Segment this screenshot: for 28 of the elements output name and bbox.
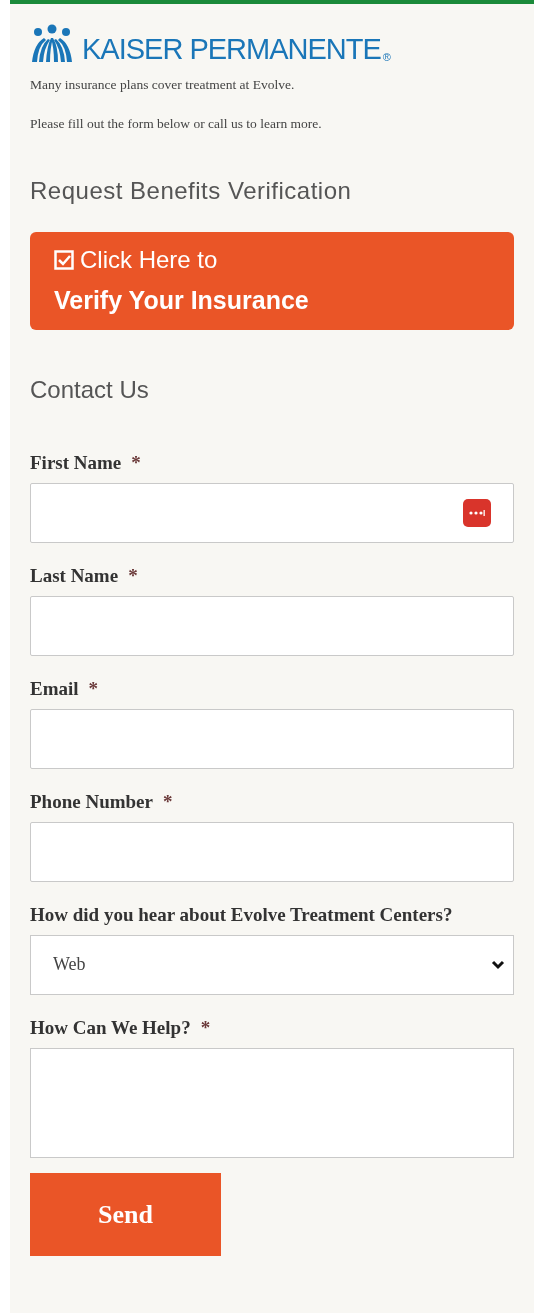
logo-icon [30, 24, 74, 64]
field-label: Email [30, 677, 79, 699]
checkbox-icon [54, 249, 74, 270]
registered-mark: ® [382, 52, 391, 63]
section-heading: Contact Us [30, 374, 150, 405]
field-label: First Name [30, 451, 122, 473]
intro-text: Please fill out the form below or call us to learn more. [30, 115, 323, 134]
input-field[interactable] [30, 821, 514, 882]
field-label: Phone Number [30, 790, 153, 812]
section-heading: Request Benefits Verification [30, 175, 353, 206]
field-label: Last Name [30, 564, 119, 586]
required-mark: * [163, 790, 173, 812]
select-field[interactable]: Web [30, 934, 514, 995]
input-field[interactable] [30, 595, 514, 656]
required-mark: * [131, 451, 141, 473]
required-mark: * [88, 677, 99, 699]
logo-wordmark: KAISER PERMANENTE [82, 35, 381, 64]
text-area-field[interactable] [30, 1047, 514, 1158]
required-mark: * [200, 1016, 211, 1038]
field-label: How did you hear about Evolve Treatment Centers? [30, 903, 453, 925]
required-mark: * [128, 564, 138, 586]
send-button[interactable]: Send [30, 1172, 221, 1256]
input-field[interactable] [30, 708, 514, 769]
intro-text: Many insurance plans cover treatment at Evolve. [30, 76, 296, 94]
field-label: How Can We Help? [30, 1016, 191, 1038]
input-field[interactable] [30, 482, 514, 543]
chevron-down-icon [491, 959, 505, 970]
verify-insurance-button[interactable]: Click Here to Verify Your Insurance [30, 231, 514, 330]
